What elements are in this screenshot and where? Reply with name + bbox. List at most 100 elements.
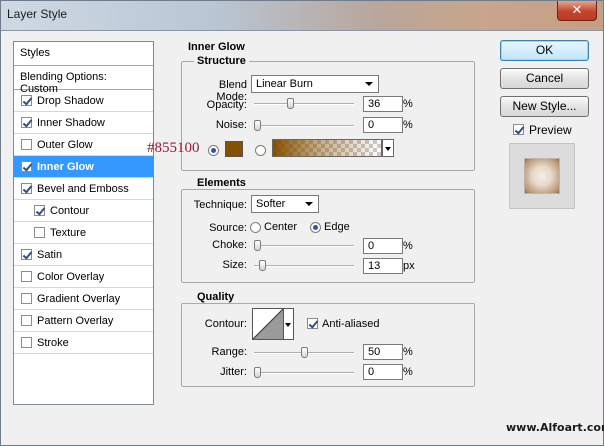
solid-color-radio[interactable] <box>208 145 219 156</box>
style-item-checkbox[interactable] <box>21 315 32 326</box>
style-item-checkbox[interactable] <box>21 337 32 348</box>
chevron-down-icon <box>365 82 373 86</box>
style-item-inner-glow[interactable]: Inner Glow <box>14 156 153 178</box>
jitter-slider-thumb[interactable] <box>254 367 261 378</box>
opacity-field[interactable]: 36 <box>363 96 403 112</box>
style-item-checkbox[interactable] <box>21 183 32 194</box>
choke-slider-thumb[interactable] <box>254 240 261 251</box>
technique-dropdown[interactable]: Softer <box>251 195 319 213</box>
structure-title: Structure <box>194 55 249 67</box>
style-items: Drop Shadow Inner Shadow Outer Glow Inner G… <box>14 90 153 354</box>
noise-field[interactable]: 0 <box>363 117 403 133</box>
close-button[interactable]: ✕ <box>557 1 597 21</box>
contour-picker[interactable] <box>252 308 284 340</box>
style-item-label: Color Overlay <box>37 270 105 283</box>
noise-slider-thumb[interactable] <box>254 120 261 131</box>
style-item-texture[interactable]: Texture <box>14 222 153 244</box>
preview-checkbox[interactable] <box>513 124 524 135</box>
jitter-label: Jitter: <box>220 366 247 378</box>
size-unit: px <box>403 260 415 272</box>
range-field[interactable]: 50 <box>363 344 403 360</box>
style-item-contour[interactable]: Contour <box>14 200 153 222</box>
style-item-label: Inner Glow <box>37 160 94 173</box>
blending-options-item[interactable]: Blending Options: Custom <box>14 66 153 95</box>
styles-header[interactable]: Styles <box>14 42 153 66</box>
glow-color-swatch[interactable] <box>225 141 243 157</box>
style-item-label: Inner Shadow <box>37 116 105 129</box>
style-item-gradient-overlay[interactable]: Gradient Overlay <box>14 288 153 310</box>
window-title: Layer Style <box>7 7 68 21</box>
style-item-inner-shadow[interactable]: Inner Shadow <box>14 112 153 134</box>
style-item-satin[interactable]: Satin <box>14 244 153 266</box>
ok-button[interactable]: OK <box>500 40 589 61</box>
style-item-outer-glow[interactable]: Outer Glow <box>14 134 153 156</box>
inner-glow-panel: Inner Glow Structure Blend Mode: Linear … <box>171 39 491 439</box>
style-item-checkbox[interactable] <box>21 117 32 128</box>
jitter-slider[interactable] <box>254 367 354 378</box>
style-item-checkbox[interactable] <box>34 227 45 238</box>
style-item-checkbox[interactable] <box>34 205 45 216</box>
gradient-picker[interactable] <box>272 139 382 157</box>
technique-label: Technique: <box>193 199 247 211</box>
cancel-button[interactable]: Cancel <box>500 68 589 89</box>
style-item-checkbox[interactable] <box>21 139 32 150</box>
anti-aliased-label: Anti-aliased <box>322 318 380 330</box>
title-bar[interactable]: Layer Style ✕ <box>1 1 603 31</box>
style-item-pattern-overlay[interactable]: Pattern Overlay <box>14 310 153 332</box>
preview-thumbnail <box>509 143 575 209</box>
size-slider[interactable] <box>254 260 354 271</box>
source-center-label: Center <box>264 221 298 233</box>
style-item-label: Satin <box>37 248 63 261</box>
chevron-down-icon <box>385 147 391 151</box>
style-item-checkbox[interactable] <box>21 161 32 172</box>
inner-glow-title: Inner Glow <box>188 41 245 53</box>
size-slider-thumb[interactable] <box>259 260 266 271</box>
contour-label: Contour: <box>204 318 247 330</box>
gradient-radio[interactable] <box>255 145 266 156</box>
style-item-bevel-and-emboss[interactable]: Bevel and Emboss <box>14 178 153 200</box>
range-slider[interactable] <box>254 347 354 358</box>
jitter-unit: % <box>403 366 413 378</box>
style-item-checkbox[interactable] <box>21 249 32 260</box>
layer-style-dialog: Layer Style ✕ Styles Blending Options: C… <box>0 0 604 446</box>
style-item-checkbox[interactable] <box>21 271 32 282</box>
opacity-unit: % <box>403 98 413 110</box>
range-label: Range: <box>211 346 247 358</box>
range-unit: % <box>403 346 413 358</box>
size-field[interactable]: 13 <box>363 258 403 274</box>
contour-dropdown[interactable] <box>284 308 294 340</box>
opacity-slider[interactable] <box>254 98 354 109</box>
style-item-stroke[interactable]: Stroke <box>14 332 153 354</box>
size-label: Size: <box>222 259 247 271</box>
style-item-label: Stroke <box>37 336 69 349</box>
style-item-label: Outer Glow <box>37 138 93 151</box>
opacity-label: Opacity: <box>206 99 247 111</box>
blend-mode-value: Linear Burn <box>256 78 313 90</box>
jitter-field[interactable]: 0 <box>363 364 403 380</box>
technique-value: Softer <box>256 198 286 210</box>
style-item-label: Drop Shadow <box>37 94 104 107</box>
styles-list: Styles Blending Options: Custom Drop Sha… <box>13 41 154 405</box>
source-edge-label: Edge <box>324 221 350 233</box>
blend-mode-dropdown[interactable]: Linear Burn <box>251 75 379 93</box>
color-annotation: #855100 <box>147 140 200 156</box>
noise-label: Noise: <box>215 119 247 131</box>
source-edge-radio[interactable] <box>310 222 321 233</box>
anti-aliased-checkbox[interactable] <box>307 318 318 329</box>
range-slider-thumb[interactable] <box>301 347 308 358</box>
style-item-checkbox[interactable] <box>21 293 32 304</box>
style-item-color-overlay[interactable]: Color Overlay <box>14 266 153 288</box>
noise-slider[interactable] <box>254 120 354 131</box>
choke-field[interactable]: 0 <box>363 238 403 254</box>
new-style-button[interactable]: New Style... <box>500 96 589 117</box>
source-center-radio[interactable] <box>250 222 261 233</box>
choke-label: Choke: <box>212 239 247 251</box>
noise-unit: % <box>403 119 413 131</box>
opacity-slider-thumb[interactable] <box>287 98 294 109</box>
choke-slider[interactable] <box>254 240 354 251</box>
style-item-label: Contour <box>50 204 90 217</box>
elements-title: Elements <box>194 177 249 189</box>
style-item-checkbox[interactable] <box>21 95 32 106</box>
gradient-dropdown[interactable] <box>382 139 394 157</box>
style-item-label: Texture <box>50 226 87 239</box>
